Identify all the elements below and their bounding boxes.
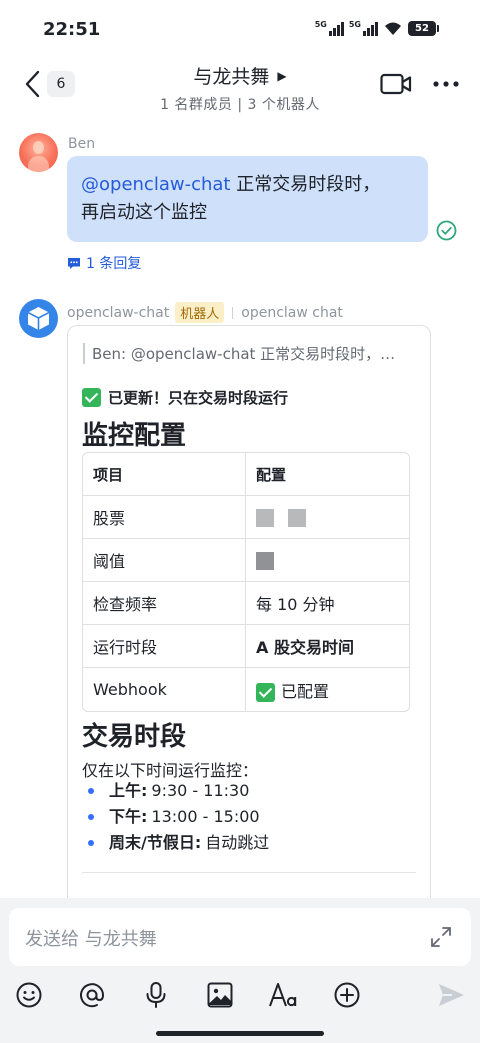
at-icon[interactable] xyxy=(77,980,107,1010)
send-icon[interactable] xyxy=(436,980,466,1010)
redacted-block xyxy=(256,508,274,527)
bot-cube-icon xyxy=(27,307,50,330)
status-bar: 22:51 5G 5G 52 xyxy=(0,0,480,58)
message-text-line2: 再启动这个监控 xyxy=(81,202,207,223)
play-triangle-icon: ▶ xyxy=(277,68,287,83)
table-header: 配置 xyxy=(246,453,409,496)
config-table: 项目 配置 股票 阈值 检查频率 每 10 分钟 运行时段 A 股交易时间 We… xyxy=(82,452,410,712)
reply-icon xyxy=(68,257,80,269)
update-notice: 已更新！只在交易时段运行 xyxy=(82,387,288,408)
video-call-icon[interactable] xyxy=(380,72,412,96)
image-icon[interactable] xyxy=(205,980,235,1010)
wifi-icon xyxy=(385,22,401,35)
update-notice-text: 已更新！只在交易时段运行 xyxy=(108,389,289,407)
list-item: 下午: 13:00 - 15:00 xyxy=(82,804,269,830)
bot-message-card[interactable]: Ben: @openclaw-chat 正常交易时段时，… 已更新！只在交易时段… xyxy=(67,325,431,925)
avatar-bot[interactable] xyxy=(19,299,58,338)
table-cell: 阈值 xyxy=(83,539,246,582)
bot-source: openclaw chat xyxy=(241,304,343,321)
bot-sender-row: openclaw-chat 机器人 openclaw chat xyxy=(67,302,343,323)
redacted-block xyxy=(288,508,306,527)
read-check-icon xyxy=(436,220,457,241)
redacted-block xyxy=(256,551,274,570)
mic-icon[interactable] xyxy=(141,980,171,1010)
check-mark-icon xyxy=(82,388,101,407)
message-bubble[interactable]: @openclaw-chat 正常交易时段时， 再启动这个监控 xyxy=(67,156,428,242)
expand-icon[interactable] xyxy=(429,925,453,949)
message-input[interactable]: 发送给 与龙共舞 xyxy=(9,908,471,966)
composer: 发送给 与龙共舞 xyxy=(0,898,480,1043)
chat-header: 6 与龙共舞 ▶ 1 名群成员 | 3 个机器人 xyxy=(0,58,480,122)
table-row: 运行时段 A 股交易时间 xyxy=(83,625,409,668)
hours-list: 上午: 9:30 - 11:30 下午: 13:00 - 15:00 周末/节假日:… xyxy=(82,778,269,856)
table-row: 股票 xyxy=(83,496,409,539)
mention-link[interactable]: @openclaw-chat xyxy=(81,174,230,195)
input-placeholder: 发送给 与龙共舞 xyxy=(25,929,157,950)
sender-name: Ben xyxy=(68,136,96,152)
list-item: 周末/节假日: 自动跳过 xyxy=(82,830,269,856)
table-cell: A 股交易时间 xyxy=(246,625,409,668)
text-format-icon[interactable] xyxy=(268,980,298,1010)
avatar-ben[interactable] xyxy=(19,133,58,172)
table-row: 阈值 xyxy=(83,539,409,582)
webhook-status: 已配置 xyxy=(281,681,330,701)
table-cell: 股票 xyxy=(83,496,246,539)
chat-subtitle: 1 名群成员 | 3 个机器人 xyxy=(160,97,320,113)
table-row: Webhook 已配置 xyxy=(83,668,409,711)
redacted-cell xyxy=(246,539,409,582)
signal-icon-2: 5G xyxy=(349,20,378,36)
table-cell: 每 10 分钟 xyxy=(246,582,409,625)
more-icon[interactable] xyxy=(432,80,460,88)
battery-indicator: 52 xyxy=(408,20,439,36)
quoted-message[interactable]: Ben: @openclaw-chat 正常交易时段时，… xyxy=(83,343,413,364)
table-cell: 检查频率 xyxy=(83,582,246,625)
message-text-line1: 正常交易时段时， xyxy=(230,174,381,195)
divider xyxy=(82,872,416,873)
composer-toolbar xyxy=(0,980,480,1010)
replies-label[interactable]: 1 条回复 xyxy=(86,253,141,273)
check-mark-icon xyxy=(256,682,275,702)
table-cell: Webhook xyxy=(83,668,246,711)
bot-sender-name: openclaw-chat xyxy=(67,304,170,321)
chat-title[interactable]: 与龙共舞 xyxy=(193,62,269,89)
bot-tag: 机器人 xyxy=(175,302,225,323)
thread-replies-link[interactable]: 1 条回复 xyxy=(67,253,141,273)
table-header-row: 项目 配置 xyxy=(83,453,409,496)
list-item: 上午: 9:30 - 11:30 xyxy=(82,778,269,804)
table-cell-status: 已配置 xyxy=(246,668,409,711)
divider xyxy=(232,306,234,319)
table-cell: 运行时段 xyxy=(83,625,246,668)
table-header: 项目 xyxy=(83,453,246,496)
plus-icon[interactable] xyxy=(332,980,362,1010)
signal-icon: 5G xyxy=(315,20,344,36)
emoji-icon[interactable] xyxy=(14,980,44,1010)
system-indicators: 5G 5G 52 xyxy=(315,20,439,36)
redacted-cell xyxy=(246,496,409,539)
home-indicator[interactable] xyxy=(156,1031,324,1036)
section-heading-hours: 交易时段 xyxy=(82,722,187,752)
status-time: 22:51 xyxy=(43,19,101,40)
table-row: 检查频率 每 10 分钟 xyxy=(83,582,409,625)
section-heading-config: 监控配置 xyxy=(82,421,187,451)
